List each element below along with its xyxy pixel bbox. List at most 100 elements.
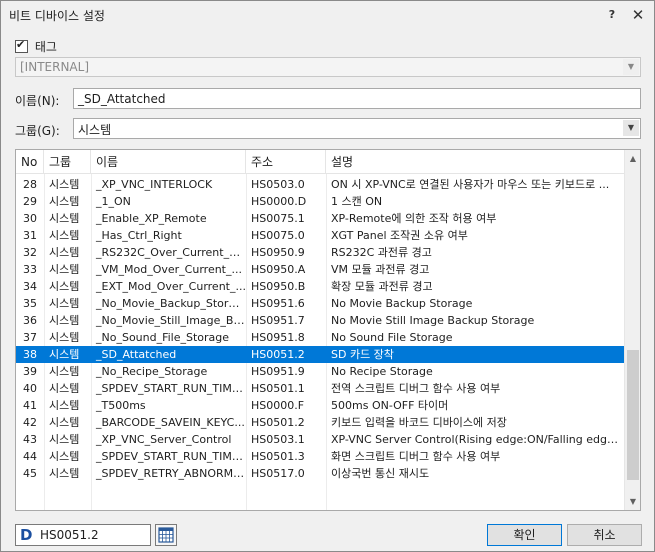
table-row[interactable]: 33 시스템 _VM_Mod_Over_Current_... HS0950.A VM … xyxy=(16,261,624,278)
cell-description: 전역 스크립트 디버그 함수 사용 여부 xyxy=(331,382,501,395)
table-row[interactable]: 35 시스템 _No_Movie_Backup_Storage HS0951.6 No … xyxy=(16,295,624,312)
cell-group: 시스템 xyxy=(49,280,80,293)
cell-no: 36 xyxy=(23,314,37,327)
cell-group: 시스템 xyxy=(49,263,80,276)
column-header-address[interactable]: 주소 xyxy=(246,150,326,174)
cell-description: RS232C 과전류 경고 xyxy=(331,246,432,259)
cell-address: HS0051.2 xyxy=(251,348,305,361)
cell-address: HS0000.D xyxy=(251,195,307,208)
chevron-down-icon[interactable]: ▼ xyxy=(623,120,639,136)
cell-name: _No_Recipe_Storage xyxy=(96,365,208,378)
table-row[interactable]: 36 시스템 _No_Movie_Still_Image_Bac... HS0951.… xyxy=(16,312,624,329)
table-row[interactable]: 32 시스템 _RS232C_Over_Current_W... HS0950.9 RS… xyxy=(16,244,624,261)
column-header-group[interactable]: 그룹 xyxy=(44,150,91,174)
cell-no: 34 xyxy=(23,280,37,293)
cell-no: 37 xyxy=(23,331,37,344)
cell-group: 시스템 xyxy=(49,450,80,463)
ok-button[interactable]: 확인 xyxy=(487,524,562,546)
table-row[interactable]: 37 시스템 _No_Sound_File_Storage HS0951.8 No So… xyxy=(16,329,624,346)
cell-no: 43 xyxy=(23,433,37,446)
table-row[interactable]: 34 시스템 _EXT_Mod_Over_Current_... HS0950.B 확장… xyxy=(16,278,624,295)
cell-description: No Recipe Storage xyxy=(331,365,433,378)
table-row[interactable]: 40 시스템 _SPDEV_START_RUN_TIME... HS0501.1 전역 … xyxy=(16,380,624,397)
table-row[interactable]: 31 시스템 _Has_Ctrl_Right HS0075.0 XGT Panel 조작… xyxy=(16,227,624,244)
cell-name: _Enable_XP_Remote xyxy=(96,212,207,225)
group-combobox[interactable]: 시스템 ▼ xyxy=(73,118,641,139)
cell-group: 시스템 xyxy=(49,382,80,395)
cell-no: 31 xyxy=(23,229,37,242)
cell-address: HS0501.3 xyxy=(251,450,305,463)
cell-no: 44 xyxy=(23,450,37,463)
cell-name: _SD_Attatched xyxy=(96,348,177,361)
cell-description: XP-Remote에 의한 조작 허용 여부 xyxy=(331,212,497,225)
scroll-up-icon[interactable]: ▲ xyxy=(625,150,640,167)
cell-name: _No_Sound_File_Storage xyxy=(96,331,230,344)
table-row[interactable]: 28 시스템 _XP_VNC_INTERLOCK HS0503.0 ON 시 XP-VN… xyxy=(16,176,624,193)
help-icon[interactable]: ? xyxy=(601,5,623,25)
cell-group: 시스템 xyxy=(49,212,80,225)
table-row[interactable]: 42 시스템 _BARCODE_SAVEIN_KEYC... HS0501.2 키보드 … xyxy=(16,414,624,431)
cell-address: HS0951.9 xyxy=(251,365,305,378)
cell-name: _BARCODE_SAVEIN_KEYC... xyxy=(96,416,245,429)
cell-no: 41 xyxy=(23,399,37,412)
scroll-down-icon[interactable]: ▼ xyxy=(625,493,640,510)
close-icon[interactable]: ✕ xyxy=(627,5,649,25)
tag-checkbox[interactable]: ✔ xyxy=(15,38,28,53)
device-list-table: No 그룹 이름 주소 설명 28 시스템 _XP_VNC_INTERLOCK HS0… xyxy=(15,149,641,511)
table-row[interactable]: 29 시스템 _1_ON HS0000.D 1 스캔 ON xyxy=(16,193,624,210)
table-row[interactable]: 39 시스템 _No_Recipe_Storage HS0951.9 No Recipe… xyxy=(16,363,624,380)
tag-label: 태그 xyxy=(34,40,57,54)
cell-group: 시스템 xyxy=(49,297,80,310)
scrollbar-thumb[interactable] xyxy=(627,350,639,480)
tag-source-combobox[interactable]: [INTERNAL] ▼ xyxy=(15,57,641,77)
cell-description: XGT Panel 조작권 소유 여부 xyxy=(331,229,468,242)
name-input-value: _SD_Attatched xyxy=(78,92,166,106)
column-header-no[interactable]: No xyxy=(16,150,44,174)
table-row[interactable]: 30 시스템 _Enable_XP_Remote HS0075.1 XP-Remote에… xyxy=(16,210,624,227)
table-row[interactable]: 45 시스템 _SPDEV_RETRY_ABNORMA... HS0517.0 이상국번… xyxy=(16,465,624,482)
cell-name: _SPDEV_START_RUN_TIME... xyxy=(96,382,246,395)
cell-name: _RS232C_Over_Current_W... xyxy=(96,246,246,259)
cancel-button[interactable]: 취소 xyxy=(567,524,642,546)
cell-name: _1_ON xyxy=(96,195,131,208)
table-row[interactable]: 43 시스템 _XP_VNC_Server_Control HS0503.1 XP-VN… xyxy=(16,431,624,448)
tag-checkbox-row[interactable]: ✔ 태그 xyxy=(15,38,57,54)
table-row[interactable]: 41 시스템 _T500ms HS0000.F 500ms ON-OFF 타이머 xyxy=(16,397,624,414)
cell-name: _XP_VNC_Server_Control xyxy=(96,433,232,446)
cell-group: 시스템 xyxy=(49,331,80,344)
cell-group: 시스템 xyxy=(49,246,80,259)
cell-no: 29 xyxy=(23,195,37,208)
cell-group: 시스템 xyxy=(49,348,80,361)
cell-address: HS0951.6 xyxy=(251,297,305,310)
cell-description: XP-VNC Server Control(Rising edge:ON/Fal… xyxy=(331,433,624,446)
device-address-field[interactable]: D HS0051.2 xyxy=(15,524,151,546)
cell-description: No Movie Still Image Backup Storage xyxy=(331,314,535,327)
vertical-scrollbar[interactable]: ▲ ▼ xyxy=(624,150,640,510)
chevron-down-icon[interactable]: ▼ xyxy=(623,59,639,75)
table-header: No 그룹 이름 주소 설명 xyxy=(16,150,624,174)
cell-description: No Movie Backup Storage xyxy=(331,297,473,310)
address-keypad-button[interactable] xyxy=(155,524,177,546)
cell-address: HS0501.1 xyxy=(251,382,305,395)
title-bar: 비트 디바이스 설정 ? ✕ xyxy=(1,1,654,29)
cell-group: 시스템 xyxy=(49,399,80,412)
column-header-name[interactable]: 이름 xyxy=(91,150,246,174)
checkmark-icon: ✔ xyxy=(16,38,26,51)
cell-no: 28 xyxy=(23,178,37,191)
cell-address: HS0000.F xyxy=(251,399,305,412)
cell-description: ON 시 XP-VNC로 연결된 사용자가 마우스 또는 키보드로 ... xyxy=(331,178,610,191)
name-input[interactable]: _SD_Attatched xyxy=(73,88,641,109)
cell-name: _EXT_Mod_Over_Current_... xyxy=(96,280,246,293)
table-row[interactable]: 44 시스템 _SPDEV_START_RUN_TIME... HS0501.3 화면 … xyxy=(16,448,624,465)
cell-no: 35 xyxy=(23,297,37,310)
dialog-title: 비트 디바이스 설정 xyxy=(9,9,105,23)
device-address-value: HS0051.2 xyxy=(40,528,99,542)
cell-address: HS0503.0 xyxy=(251,178,305,191)
cell-no: 32 xyxy=(23,246,37,259)
cell-description: 화면 스크립트 디버그 함수 사용 여부 xyxy=(331,450,501,463)
cell-name: _T500ms xyxy=(96,399,146,412)
group-label: 그룹(G): xyxy=(15,124,60,138)
table-row[interactable]: 38 시스템 _SD_Attatched HS0051.2 SD 카드 장착 xyxy=(16,346,624,363)
cell-name: _Has_Ctrl_Right xyxy=(96,229,182,242)
column-header-description[interactable]: 설명 xyxy=(326,150,624,174)
